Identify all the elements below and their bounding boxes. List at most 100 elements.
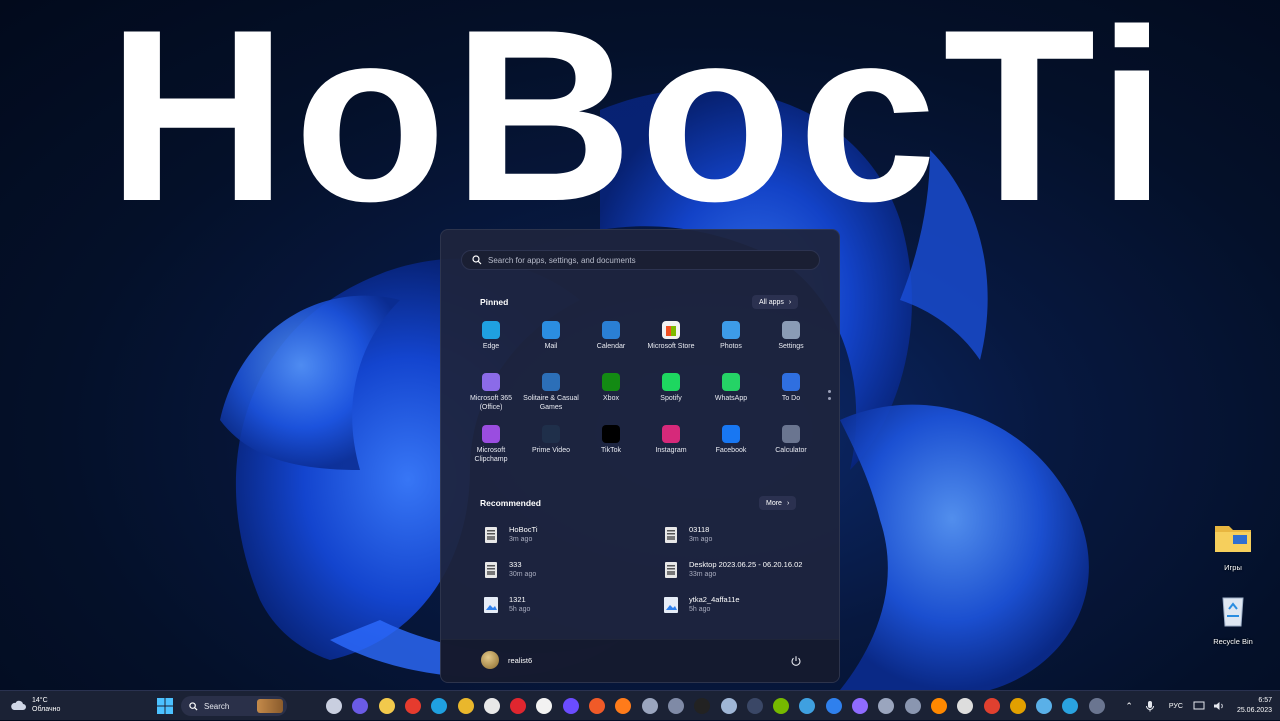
pinned-app[interactable]: Edge bbox=[461, 321, 521, 351]
pinned-app[interactable]: Microsoft 365 (Office) bbox=[461, 373, 521, 412]
todo-icon bbox=[782, 373, 800, 391]
pinned-app[interactable]: Calendar bbox=[581, 321, 641, 351]
video-editor-icon[interactable] bbox=[562, 698, 579, 714]
telegram-icon[interactable] bbox=[1062, 698, 1079, 714]
network-icon[interactable] bbox=[799, 698, 816, 714]
browser-icon[interactable] bbox=[825, 698, 842, 714]
mail-icon bbox=[542, 321, 560, 339]
g-hub-icon[interactable] bbox=[957, 698, 974, 714]
start-button[interactable] bbox=[156, 697, 174, 715]
desktop-icon-games[interactable]: Игры bbox=[1208, 520, 1258, 572]
pinned-app-label: Spotify bbox=[660, 395, 682, 402]
pinned-app-label: Facebook bbox=[715, 447, 747, 454]
store-icon[interactable] bbox=[536, 698, 553, 714]
recommended-item[interactable]: Desktop 2023.06.25 - 06.20.16.02 33m ago bbox=[663, 560, 802, 580]
pinned-app[interactable]: Spotify bbox=[641, 373, 701, 403]
edge-icon bbox=[482, 321, 500, 339]
power-icon[interactable] bbox=[790, 655, 802, 667]
pinned-app[interactable]: Xbox bbox=[581, 373, 641, 403]
tool-icon[interactable] bbox=[641, 698, 658, 714]
pinned-app-label: Calendar bbox=[596, 343, 626, 350]
pinned-app-label: Instagram bbox=[655, 447, 687, 454]
desktop-icon-recycle-bin[interactable]: Recycle Bin bbox=[1208, 592, 1258, 646]
recommended-item-time: 5h ago bbox=[689, 606, 711, 613]
pinned-app[interactable]: To Do bbox=[761, 373, 821, 403]
yandex-browser-icon[interactable] bbox=[483, 698, 500, 714]
recommended-item[interactable]: ytka2_4affa11e 5h ago bbox=[663, 595, 740, 615]
pinned-app[interactable]: TikTok bbox=[581, 425, 641, 455]
recommended-item[interactable]: 03118 3m ago bbox=[663, 525, 712, 545]
language-indicator[interactable]: РУС bbox=[1169, 703, 1183, 710]
teams-chat-icon[interactable] bbox=[352, 698, 369, 714]
camera-icon[interactable] bbox=[904, 698, 921, 714]
pinned-app[interactable]: Prime Video bbox=[521, 425, 581, 455]
search-icon bbox=[189, 701, 198, 711]
calendar-icon bbox=[602, 321, 620, 339]
yandex-icon[interactable] bbox=[404, 698, 421, 714]
pinned-app-label: Microsoft Clipchamp bbox=[474, 447, 508, 463]
notepad-icon[interactable] bbox=[1036, 698, 1053, 714]
spotify-icon bbox=[662, 373, 680, 391]
pinned-app[interactable]: Facebook bbox=[701, 425, 761, 455]
file-explorer-icon[interactable] bbox=[378, 698, 395, 714]
weather-widget[interactable]: 14°C Облачно bbox=[10, 696, 60, 714]
edge-icon[interactable] bbox=[431, 698, 448, 714]
chrome-icon[interactable] bbox=[457, 698, 474, 714]
recommended-item-name: 03118 bbox=[689, 525, 710, 534]
instagram-icon bbox=[662, 425, 680, 443]
chevron-up-icon[interactable]: ⌃ bbox=[1125, 701, 1133, 712]
picture-file-icon bbox=[484, 597, 498, 613]
recommended-item[interactable]: 333 30m ago bbox=[483, 560, 536, 580]
pinned-app[interactable]: Photos bbox=[701, 321, 761, 351]
pinned-app-label: Xbox bbox=[603, 395, 619, 402]
gear-icon[interactable] bbox=[878, 698, 895, 714]
steam-icon[interactable] bbox=[720, 698, 737, 714]
start-search-input[interactable]: Search for apps, settings, and documents bbox=[461, 250, 820, 270]
recommended-item[interactable]: HoBocTi 3m ago bbox=[483, 525, 537, 545]
pinned-app[interactable]: Microsoft Clipchamp bbox=[461, 425, 521, 464]
pinned-app[interactable]: Settings bbox=[761, 321, 821, 351]
epic-games-icon[interactable] bbox=[694, 698, 711, 714]
pinned-app[interactable]: WhatsApp bbox=[701, 373, 761, 403]
music-app-icon[interactable] bbox=[589, 698, 605, 714]
image-file-icon bbox=[665, 562, 677, 578]
recommended-item[interactable]: 1321 5h ago bbox=[483, 595, 530, 615]
pinned-app[interactable]: Instagram bbox=[641, 425, 701, 455]
clock-date: 25.06.2023 bbox=[1236, 707, 1272, 714]
firefox-icon[interactable] bbox=[615, 698, 632, 714]
recommended-item-time: 3m ago bbox=[689, 536, 713, 543]
pinned-app[interactable]: Mail bbox=[521, 321, 581, 351]
more-button[interactable]: More › bbox=[759, 496, 797, 510]
pinned-app[interactable]: Calculator bbox=[761, 425, 821, 455]
record-icon[interactable] bbox=[983, 698, 1000, 714]
pinned-app[interactable]: Microsoft Store bbox=[641, 321, 701, 351]
weather-desc: Облачно bbox=[32, 706, 61, 713]
headline-title: HoBocTi bbox=[107, 0, 1173, 252]
start-menu: Search for apps, settings, and documents… bbox=[440, 229, 840, 683]
clock[interactable]: 6:57 25.06.2023 bbox=[1237, 696, 1272, 716]
windows-logo-icon bbox=[157, 698, 173, 714]
recommended-item-name: HoBocTi bbox=[509, 525, 538, 534]
pinned-page-indicator[interactable] bbox=[828, 390, 831, 404]
vlc-icon[interactable] bbox=[930, 698, 947, 714]
volume-icon[interactable] bbox=[1213, 701, 1225, 711]
document-icon[interactable] bbox=[667, 698, 684, 714]
all-apps-button[interactable]: All apps › bbox=[752, 295, 799, 309]
avatar[interactable] bbox=[481, 651, 499, 669]
all-apps-label: All apps bbox=[759, 298, 784, 306]
recommended-item-time: 3m ago bbox=[509, 536, 533, 543]
task-view-icon[interactable] bbox=[326, 698, 342, 714]
taskbar-search[interactable]: Search bbox=[181, 696, 287, 716]
nvidia-icon[interactable] bbox=[773, 698, 790, 714]
pinned-app[interactable]: Solitaire & Casual Games bbox=[521, 373, 581, 412]
user-name[interactable]: realist6 bbox=[508, 656, 532, 665]
microphone-icon[interactable] bbox=[1145, 700, 1155, 712]
display-icon[interactable] bbox=[1193, 701, 1205, 711]
alice-icon[interactable] bbox=[852, 698, 868, 714]
media-icon[interactable] bbox=[746, 698, 763, 714]
opera-icon[interactable] bbox=[510, 698, 527, 714]
calculator-icon[interactable] bbox=[1088, 698, 1105, 714]
pinned-app-label: Prime Video bbox=[531, 447, 570, 454]
taskbar: 14°C Облачно Search ⌃ РУС 6:57 25.06.202… bbox=[0, 690, 1280, 720]
shield-icon[interactable] bbox=[1009, 698, 1026, 714]
